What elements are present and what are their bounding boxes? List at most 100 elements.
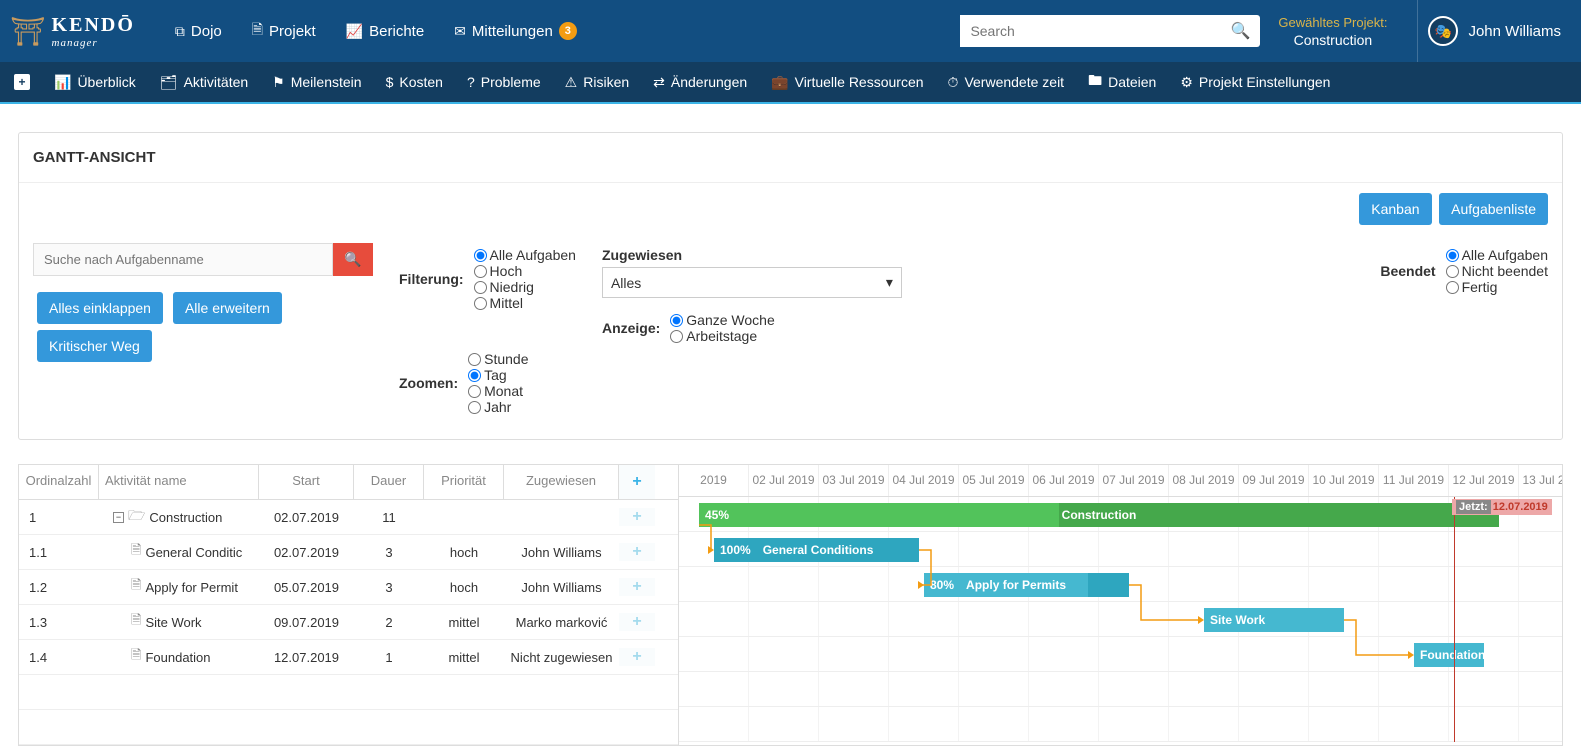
cell-ord: 1.1 — [19, 545, 99, 560]
nav-label: Berichte — [369, 23, 424, 40]
gantt-bar[interactable]: Site Work — [1204, 608, 1344, 632]
row-add-button[interactable]: + — [619, 613, 655, 631]
search-icon: 🔍 — [1230, 23, 1250, 40]
subnav-änderungen[interactable]: ⇄Änderungen — [653, 74, 747, 91]
radio-input[interactable] — [1446, 265, 1459, 278]
label: Änderungen — [671, 74, 747, 90]
nav-dojo[interactable]: ⧉Dojo — [175, 19, 222, 43]
display-option-1[interactable]: Arbeitstage — [670, 328, 774, 344]
gantt-bar[interactable]: 45%Construction — [699, 503, 1499, 527]
row-name: Foundation — [145, 650, 210, 665]
label: Kosten — [399, 74, 443, 90]
date-header: 07 Jul 2019 — [1099, 465, 1169, 496]
table-row[interactable]: 1 − 🗁 Construction 02.07.2019 11 + — [19, 500, 678, 535]
collapse-all-button[interactable]: Alles einklappen — [37, 292, 163, 324]
search-input[interactable] — [960, 15, 1220, 47]
row-add-button[interactable]: + — [619, 578, 655, 596]
radio-input[interactable] — [670, 314, 683, 327]
icon: ? — [467, 74, 475, 90]
radio-input[interactable] — [474, 281, 487, 294]
collapse-icon[interactable]: − — [113, 512, 124, 523]
radio-input[interactable] — [468, 401, 481, 414]
zoom-option-1[interactable]: Tag — [468, 367, 528, 383]
date-header: 11 Jul 2019 — [1379, 465, 1449, 496]
cell-assign: John Williams — [504, 545, 619, 560]
radio-input[interactable] — [468, 385, 481, 398]
date-header: 03 Jul 2019 — [819, 465, 889, 496]
table-row[interactable]: 1.3 🗎 Site Work 09.07.2019 2 mittel Mark… — [19, 605, 678, 640]
table-row[interactable]: 1.4 🗎 Foundation 12.07.2019 1 mittel Nic… — [19, 640, 678, 675]
subnav-kosten[interactable]: $Kosten — [386, 74, 443, 90]
nav-berichte[interactable]: 📈Berichte — [346, 19, 424, 43]
table-row[interactable]: 1.2 🗎 Apply for Permit 05.07.2019 3 hoch… — [19, 570, 678, 605]
col-add[interactable]: + — [619, 465, 655, 499]
cell-name: − 🗁 Construction — [99, 505, 259, 529]
display-option-0[interactable]: Ganze Woche — [670, 312, 774, 328]
gantt-bar[interactable]: Foundation — [1414, 643, 1484, 667]
gantt-chart: Ordinalzahl Aktivität name Start Dauer P… — [18, 464, 1563, 746]
critical-path-button[interactable]: Kritischer Weg — [37, 330, 152, 362]
subnav-probleme[interactable]: ?Probleme — [467, 74, 541, 90]
subnav-virtuelle-ressourcen[interactable]: 💼Virtuelle Ressourcen — [771, 74, 923, 91]
date-header: 12 Jul 2019 — [1449, 465, 1519, 496]
logo[interactable]: ⛩ KENDŌ manager — [10, 14, 135, 49]
zoom-option-0[interactable]: Stunde — [468, 351, 528, 367]
row-name: Construction — [149, 510, 222, 525]
cell-dur: 11 — [354, 510, 424, 525]
nav-projekt[interactable]: 🗎Projekt — [252, 19, 316, 43]
subnav-dateien[interactable]: 🖿Dateien — [1088, 70, 1156, 94]
row-add-button[interactable]: + — [619, 508, 655, 526]
subnav-projekt-einstellungen[interactable]: ⚙Projekt Einstellungen — [1180, 74, 1330, 91]
radio-input[interactable] — [670, 330, 683, 343]
projekt-icon: 🗎 — [252, 19, 263, 43]
end-option-0[interactable]: Alle Aufgaben — [1446, 247, 1548, 263]
task-search-button[interactable]: 🔍 — [333, 243, 373, 276]
zoom-option-2[interactable]: Monat — [468, 383, 528, 399]
radio-input[interactable] — [1446, 281, 1459, 294]
subnav-risiken[interactable]: ⚠Risiken — [565, 74, 629, 91]
user-menu[interactable]: 🎭 John Williams — [1417, 0, 1571, 62]
zoom-option-3[interactable]: Jahr — [468, 399, 528, 415]
gantt-bar[interactable]: 80%Apply for Permits — [924, 573, 1129, 597]
kanban-button[interactable]: Kanban — [1359, 193, 1431, 225]
row-add-button[interactable]: + — [619, 648, 655, 666]
today-line — [1454, 497, 1455, 742]
cell-assign: Marko marković — [504, 615, 619, 630]
gantt-bar[interactable]: 100%General Conditions — [714, 538, 919, 562]
radio-input[interactable] — [474, 297, 487, 310]
timeline-row — [679, 602, 1562, 637]
radio-input[interactable] — [474, 265, 487, 278]
row-add-button[interactable]: + — [619, 543, 655, 561]
project-selector[interactable]: Gewähltes Projekt: Construction — [1278, 15, 1387, 48]
top-header: ⛩ KENDŌ manager ⧉Dojo 🗎Projekt 📈Berichte ✉M… — [0, 0, 1581, 62]
filter-option-1[interactable]: Hoch — [474, 263, 576, 279]
user-name: John Williams — [1468, 23, 1561, 40]
avatar: 🎭 — [1428, 16, 1458, 46]
table-row[interactable]: 1.1 🗎 General Conditic 02.07.2019 3 hoch… — [19, 535, 678, 570]
end-option-2[interactable]: Fertig — [1446, 279, 1548, 295]
radio-input[interactable] — [1446, 249, 1459, 262]
radio-label: Stunde — [484, 351, 528, 367]
task-list-button[interactable]: Aufgabenliste — [1439, 193, 1548, 225]
cell-dur: 1 — [354, 650, 424, 665]
subnav-verwendete-zeit[interactable]: ⏱Verwendete zeit — [948, 74, 1065, 91]
plus-icon: + — [632, 613, 641, 630]
table-row-empty — [19, 710, 678, 745]
filter-option-0[interactable]: Alle Aufgaben — [474, 247, 576, 263]
nav-mitteilungen[interactable]: ✉Mitteilungen3 — [454, 19, 577, 43]
radio-input[interactable] — [474, 249, 487, 262]
assign-select[interactable]: Alles ▾ — [602, 267, 902, 298]
end-option-1[interactable]: Nicht beendet — [1446, 263, 1548, 279]
subnav-add[interactable]: + — [14, 74, 30, 90]
filter-option-2[interactable]: Niedrig — [474, 279, 576, 295]
subnav-meilenstein[interactable]: ⚑Meilenstein — [272, 74, 361, 91]
radio-input[interactable] — [468, 353, 481, 366]
subnav-überblick[interactable]: 📊Überblick — [54, 74, 136, 91]
subnav-aktivitäten[interactable]: 🗂Aktivitäten — [160, 74, 248, 91]
filter-option-3[interactable]: Mittel — [474, 295, 576, 311]
search-button[interactable]: 🔍 — [1220, 15, 1260, 47]
expand-all-button[interactable]: Alle erweitern — [173, 292, 282, 324]
gantt-timeline[interactable]: 201902 Jul 201903 Jul 201904 Jul 201905 … — [679, 465, 1562, 745]
task-search-input[interactable] — [33, 243, 333, 276]
radio-input[interactable] — [468, 369, 481, 382]
